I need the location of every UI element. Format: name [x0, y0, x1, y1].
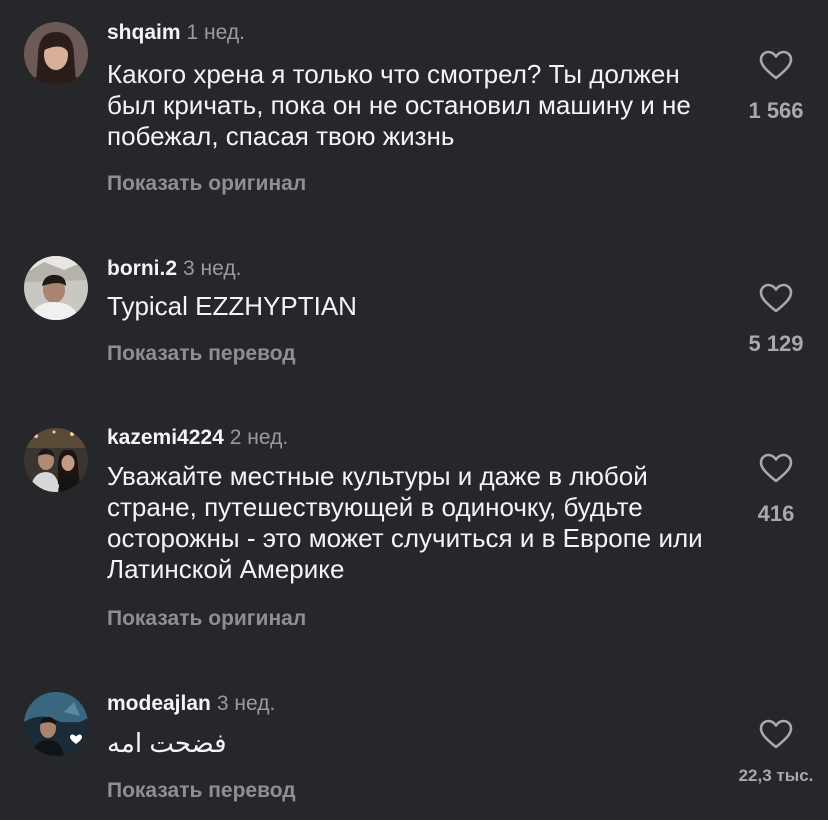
username[interactable]: borni.2 [107, 257, 177, 280]
like-count: 416 [757, 501, 795, 526]
like-control: 416 [746, 453, 806, 527]
avatar[interactable] [24, 22, 88, 86]
heart-icon[interactable] [759, 453, 793, 483]
comment-text: فضحت امه [107, 728, 227, 758]
heart-icon[interactable] [759, 719, 793, 749]
timestamp: 3 нед. [183, 257, 242, 280]
show-original-button[interactable]: Показать оригинал [107, 171, 306, 197]
username[interactable]: kazemi4224 [107, 426, 224, 449]
like-count: 22,3 тыс. [738, 766, 814, 785]
heart-icon[interactable] [759, 50, 793, 80]
username[interactable]: shqaim [107, 21, 181, 44]
username[interactable]: modeajlan [107, 692, 211, 715]
timestamp: 2 нед. [229, 426, 289, 449]
avatar-man-icon [24, 256, 88, 320]
avatar-woman-icon [24, 22, 88, 86]
like-control: 1 566 [746, 50, 806, 124]
show-translation-button[interactable]: Показать перевод [107, 778, 296, 804]
timestamp: 3 нед. [216, 692, 276, 715]
show-original-button[interactable]: Показать оригинал [107, 606, 306, 632]
avatar[interactable] [24, 256, 88, 320]
like-count: 1 566 [748, 98, 804, 123]
avatar-couple-icon [24, 428, 88, 492]
comment-text: Какого хрена я только что смотрел? Ты до… [107, 59, 691, 151]
like-control: 5 129 [746, 283, 806, 357]
avatar-aquarium-icon [24, 692, 88, 756]
avatar[interactable] [24, 692, 88, 756]
like-control: 22,3 тыс. [736, 719, 816, 789]
comment-text: Typical EZZHYPTIAN [107, 291, 357, 321]
avatar[interactable] [24, 428, 88, 492]
like-count: 5 129 [748, 331, 804, 356]
show-translation-button[interactable]: Показать перевод [107, 341, 296, 367]
timestamp: 1 нед. [186, 21, 245, 44]
heart-icon[interactable] [759, 283, 793, 313]
comment-text: Уважайте местные культуры и даже в любой… [107, 461, 703, 584]
